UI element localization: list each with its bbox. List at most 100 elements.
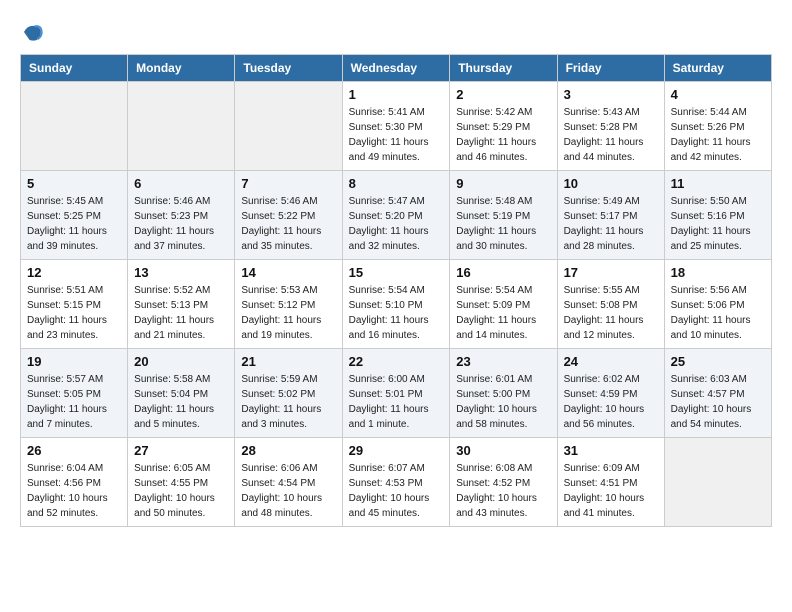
day-number: 8 xyxy=(349,176,444,191)
day-info: Sunrise: 6:05 AMSunset: 4:55 PMDaylight:… xyxy=(134,461,228,521)
day-number: 9 xyxy=(456,176,550,191)
day-number: 3 xyxy=(564,87,658,102)
day-info: Sunrise: 5:54 AMSunset: 5:09 PMDaylight:… xyxy=(456,283,550,343)
logo xyxy=(20,20,46,44)
day-info: Sunrise: 5:42 AMSunset: 5:29 PMDaylight:… xyxy=(456,105,550,165)
day-info: Sunrise: 5:47 AMSunset: 5:20 PMDaylight:… xyxy=(349,194,444,254)
calendar-cell: 22 Sunrise: 6:00 AMSunset: 5:01 PMDayligh… xyxy=(342,349,450,438)
day-number: 25 xyxy=(671,354,765,369)
day-info: Sunrise: 5:45 AMSunset: 5:25 PMDaylight:… xyxy=(27,194,121,254)
day-number: 1 xyxy=(349,87,444,102)
day-number: 31 xyxy=(564,443,658,458)
calendar-cell: 27Sunrise: 6:05 AMSunset: 4:55 PMDayligh… xyxy=(128,438,235,527)
calendar-week-row: 5 Sunrise: 5:45 AMSunset: 5:25 PMDaylight… xyxy=(21,171,772,260)
day-number: 5 xyxy=(27,176,121,191)
day-info: Sunrise: 5:52 AMSunset: 5:13 PMDaylight:… xyxy=(134,283,228,343)
day-info: Sunrise: 5:57 AMSunset: 5:05 PMDaylight:… xyxy=(27,372,121,432)
day-info: Sunrise: 6:07 AMSunset: 4:53 PMDaylight:… xyxy=(349,461,444,521)
day-number: 16 xyxy=(456,265,550,280)
day-info: Sunrise: 6:02 AMSunset: 4:59 PMDaylight:… xyxy=(564,372,658,432)
calendar-cell xyxy=(235,82,342,171)
weekday-header: Saturday xyxy=(664,55,771,82)
day-info: Sunrise: 5:54 AMSunset: 5:10 PMDaylight:… xyxy=(349,283,444,343)
weekday-header: Friday xyxy=(557,55,664,82)
calendar-week-row: 19 Sunrise: 5:57 AMSunset: 5:05 PMDayligh… xyxy=(21,349,772,438)
day-number: 6 xyxy=(134,176,228,191)
calendar-cell: 29 Sunrise: 6:07 AMSunset: 4:53 PMDayligh… xyxy=(342,438,450,527)
calendar-week-row: 12 Sunrise: 5:51 AMSunset: 5:15 PMDayligh… xyxy=(21,260,772,349)
page-header xyxy=(20,20,772,44)
calendar-cell: 8 Sunrise: 5:47 AMSunset: 5:20 PMDaylight… xyxy=(342,171,450,260)
day-info: Sunrise: 5:48 AMSunset: 5:19 PMDaylight:… xyxy=(456,194,550,254)
calendar-cell: 14 Sunrise: 5:53 AMSunset: 5:12 PMDayligh… xyxy=(235,260,342,349)
calendar-cell: 31 Sunrise: 6:09 AMSunset: 4:51 PMDayligh… xyxy=(557,438,664,527)
calendar-cell: 26 Sunrise: 6:04 AMSunset: 4:56 PMDayligh… xyxy=(21,438,128,527)
day-info: Sunrise: 5:49 AMSunset: 5:17 PMDaylight:… xyxy=(564,194,658,254)
day-number: 7 xyxy=(241,176,335,191)
calendar-cell: 12 Sunrise: 5:51 AMSunset: 5:15 PMDayligh… xyxy=(21,260,128,349)
calendar-cell: 17Sunrise: 5:55 AMSunset: 5:08 PMDayligh… xyxy=(557,260,664,349)
day-info: Sunrise: 5:50 AMSunset: 5:16 PMDaylight:… xyxy=(671,194,765,254)
calendar-cell: 16 Sunrise: 5:54 AMSunset: 5:09 PMDayligh… xyxy=(450,260,557,349)
day-number: 11 xyxy=(671,176,765,191)
day-number: 28 xyxy=(241,443,335,458)
day-info: Sunrise: 5:46 AMSunset: 5:23 PMDaylight:… xyxy=(134,194,228,254)
day-info: Sunrise: 6:09 AMSunset: 4:51 PMDaylight:… xyxy=(564,461,658,521)
day-info: Sunrise: 6:01 AMSunset: 5:00 PMDaylight:… xyxy=(456,372,550,432)
calendar-cell: 19 Sunrise: 5:57 AMSunset: 5:05 PMDayligh… xyxy=(21,349,128,438)
calendar-cell: 18 Sunrise: 5:56 AMSunset: 5:06 PMDayligh… xyxy=(664,260,771,349)
calendar-cell: 28 Sunrise: 6:06 AMSunset: 4:54 PMDayligh… xyxy=(235,438,342,527)
day-number: 29 xyxy=(349,443,444,458)
day-number: 10 xyxy=(564,176,658,191)
day-number: 19 xyxy=(27,354,121,369)
day-info: Sunrise: 6:00 AMSunset: 5:01 PMDaylight:… xyxy=(349,372,444,432)
day-info: Sunrise: 5:58 AMSunset: 5:04 PMDaylight:… xyxy=(134,372,228,432)
day-info: Sunrise: 5:53 AMSunset: 5:12 PMDaylight:… xyxy=(241,283,335,343)
calendar-cell: 3 Sunrise: 5:43 AMSunset: 5:28 PMDaylight… xyxy=(557,82,664,171)
day-number: 4 xyxy=(671,87,765,102)
calendar-cell: 11 Sunrise: 5:50 AMSunset: 5:16 PMDayligh… xyxy=(664,171,771,260)
logo-icon xyxy=(20,20,44,44)
calendar-cell: 23 Sunrise: 6:01 AMSunset: 5:00 PMDayligh… xyxy=(450,349,557,438)
calendar-cell xyxy=(128,82,235,171)
weekday-header: Thursday xyxy=(450,55,557,82)
day-number: 14 xyxy=(241,265,335,280)
day-number: 18 xyxy=(671,265,765,280)
day-number: 26 xyxy=(27,443,121,458)
day-info: Sunrise: 5:43 AMSunset: 5:28 PMDaylight:… xyxy=(564,105,658,165)
calendar-header-row: SundayMondayTuesdayWednesdayThursdayFrid… xyxy=(21,55,772,82)
day-info: Sunrise: 6:08 AMSunset: 4:52 PMDaylight:… xyxy=(456,461,550,521)
day-info: Sunrise: 5:51 AMSunset: 5:15 PMDaylight:… xyxy=(27,283,121,343)
calendar-cell: 20Sunrise: 5:58 AMSunset: 5:04 PMDayligh… xyxy=(128,349,235,438)
day-info: Sunrise: 6:04 AMSunset: 4:56 PMDaylight:… xyxy=(27,461,121,521)
day-number: 12 xyxy=(27,265,121,280)
calendar-cell: 30 Sunrise: 6:08 AMSunset: 4:52 PMDayligh… xyxy=(450,438,557,527)
day-number: 30 xyxy=(456,443,550,458)
day-number: 22 xyxy=(349,354,444,369)
day-info: Sunrise: 5:46 AMSunset: 5:22 PMDaylight:… xyxy=(241,194,335,254)
calendar-cell: 7 Sunrise: 5:46 AMSunset: 5:22 PMDaylight… xyxy=(235,171,342,260)
calendar-cell xyxy=(21,82,128,171)
calendar-cell: 21 Sunrise: 5:59 AMSunset: 5:02 PMDayligh… xyxy=(235,349,342,438)
calendar-cell: 2 Sunrise: 5:42 AMSunset: 5:29 PMDaylight… xyxy=(450,82,557,171)
weekday-header: Tuesday xyxy=(235,55,342,82)
calendar-cell: 13Sunrise: 5:52 AMSunset: 5:13 PMDayligh… xyxy=(128,260,235,349)
calendar-cell: 6 Sunrise: 5:46 AMSunset: 5:23 PMDaylight… xyxy=(128,171,235,260)
day-info: Sunrise: 5:59 AMSunset: 5:02 PMDaylight:… xyxy=(241,372,335,432)
day-info: Sunrise: 5:44 AMSunset: 5:26 PMDaylight:… xyxy=(671,105,765,165)
day-number: 23 xyxy=(456,354,550,369)
day-info: Sunrise: 5:56 AMSunset: 5:06 PMDaylight:… xyxy=(671,283,765,343)
calendar-cell: 25Sunrise: 6:03 AMSunset: 4:57 PMDayligh… xyxy=(664,349,771,438)
day-number: 24 xyxy=(564,354,658,369)
weekday-header: Sunday xyxy=(21,55,128,82)
calendar-cell: 1 Sunrise: 5:41 AMSunset: 5:30 PMDaylight… xyxy=(342,82,450,171)
calendar-cell xyxy=(664,438,771,527)
calendar-body: 1 Sunrise: 5:41 AMSunset: 5:30 PMDaylight… xyxy=(21,82,772,527)
calendar-table: SundayMondayTuesdayWednesdayThursdayFrid… xyxy=(20,54,772,527)
day-info: Sunrise: 5:55 AMSunset: 5:08 PMDaylight:… xyxy=(564,283,658,343)
calendar-cell: 4 Sunrise: 5:44 AMSunset: 5:26 PMDaylight… xyxy=(664,82,771,171)
day-info: Sunrise: 6:06 AMSunset: 4:54 PMDaylight:… xyxy=(241,461,335,521)
day-number: 2 xyxy=(456,87,550,102)
day-number: 21 xyxy=(241,354,335,369)
day-info: Sunrise: 5:41 AMSunset: 5:30 PMDaylight:… xyxy=(349,105,444,165)
